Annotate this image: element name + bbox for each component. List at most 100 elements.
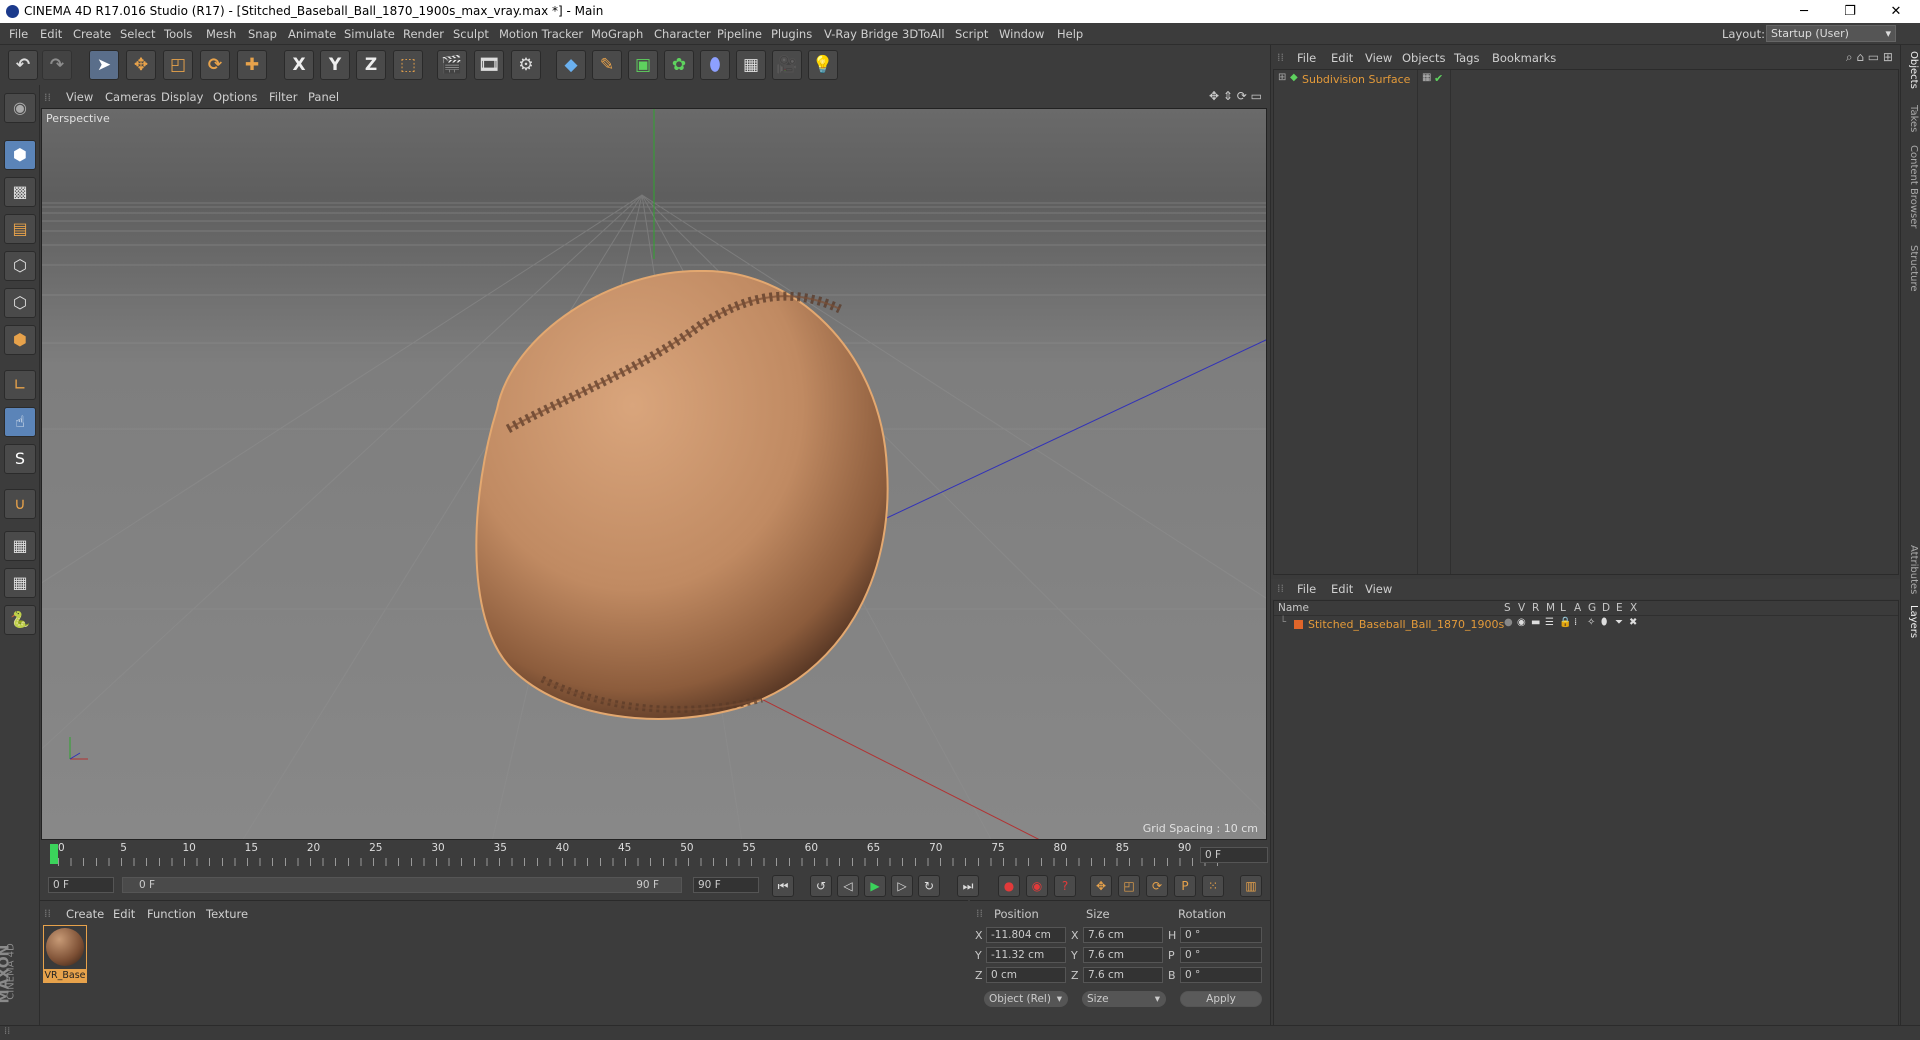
key-pla-button[interactable]: ⁙: [1202, 875, 1224, 897]
objects-menu-view[interactable]: View: [1365, 51, 1392, 65]
objects-menu-edit[interactable]: Edit: [1331, 51, 1353, 65]
expand-icon[interactable]: ⊞: [1278, 72, 1286, 83]
viewport-nav-icons[interactable]: ✥ ⇕ ⟳ ▭: [1209, 89, 1262, 103]
coordinate-mode-select[interactable]: Object (Rel) ▾: [984, 991, 1068, 1007]
key-parameter-button[interactable]: P: [1174, 875, 1196, 897]
menu-create[interactable]: Create: [73, 27, 111, 41]
rotation-b-field[interactable]: 0 °: [1180, 967, 1262, 983]
prev-key-button[interactable]: ↺: [810, 875, 832, 897]
layers-menu-edit[interactable]: Edit: [1331, 582, 1353, 596]
layers-menu-view[interactable]: View: [1365, 582, 1392, 596]
menu-motion-tracker[interactable]: Motion Tracker: [499, 27, 583, 41]
viewport-menu-filter[interactable]: Filter: [269, 90, 297, 104]
snap-button[interactable]: S: [4, 444, 36, 474]
last-tool-button[interactable]: ✚: [237, 50, 267, 80]
menu-render[interactable]: Render: [403, 27, 444, 41]
solo-toggle-icon[interactable]: ●: [1504, 617, 1513, 628]
objects-menu-file[interactable]: File: [1297, 51, 1316, 65]
render-picture-viewer-button[interactable]: 🎞: [474, 50, 504, 80]
viewport-menu-view[interactable]: View: [66, 90, 93, 104]
material-menu-texture[interactable]: Texture: [206, 907, 248, 921]
tab-content-browser[interactable]: Content Browser: [1903, 145, 1919, 228]
goto-start-button[interactable]: ⏮: [772, 875, 794, 897]
key-scale-button[interactable]: ◰: [1118, 875, 1140, 897]
menu-select[interactable]: Select: [120, 27, 155, 41]
array-button[interactable]: ✿: [664, 50, 694, 80]
record-button[interactable]: ●: [998, 875, 1020, 897]
start-frame-field[interactable]: 0 F: [48, 877, 114, 893]
coordinate-system-button[interactable]: ⬚: [393, 50, 423, 80]
light-button[interactable]: 💡: [808, 50, 838, 80]
restore-button[interactable]: ❐: [1828, 0, 1872, 23]
polygons-mode-button[interactable]: ⬢: [4, 325, 36, 355]
prev-frame-button[interactable]: ◁: [837, 875, 859, 897]
minimize-button[interactable]: ─: [1782, 0, 1826, 23]
animation-toggle-icon[interactable]: ⁞: [1574, 617, 1577, 628]
autokey-button[interactable]: ◉: [1026, 875, 1048, 897]
generators-toggle-icon[interactable]: ✧: [1587, 617, 1595, 628]
menu-file[interactable]: File: [9, 27, 28, 41]
close-button[interactable]: ✕: [1874, 0, 1918, 23]
floor-button[interactable]: ▦: [736, 50, 766, 80]
redo-button[interactable]: ↷: [42, 50, 72, 80]
size-mode-select[interactable]: Size ▾: [1082, 991, 1166, 1007]
scale-tool-button[interactable]: ◰: [163, 50, 193, 80]
texture-mode-button[interactable]: ▩: [4, 177, 36, 207]
manager-toggle-icon[interactable]: ☰: [1545, 617, 1554, 628]
model-mode-button[interactable]: ⬢: [4, 140, 36, 170]
python-button[interactable]: 🐍: [4, 605, 36, 635]
timeline-scheme-button[interactable]: ▥: [1240, 875, 1262, 897]
axis-mode-button[interactable]: ∟: [4, 370, 36, 400]
viewport-menu-cameras[interactable]: Cameras: [105, 90, 156, 104]
menu-plugins[interactable]: Plugins: [771, 27, 812, 41]
select-tool-button[interactable]: ➤: [89, 50, 119, 80]
material-name[interactable]: VR_Base: [44, 969, 86, 982]
points-mode-button[interactable]: ⬡: [4, 251, 36, 281]
size-z-field[interactable]: 7.6 cm: [1083, 967, 1163, 983]
timeline-ruler[interactable]: 0 5 10 15 20 25 30 35 40 45 50 55 60 65 70 75 80 85 90 0 F: [40, 842, 1270, 872]
render-toggle-icon[interactable]: ▬: [1531, 617, 1540, 628]
objects-menu-tags[interactable]: Tags: [1454, 51, 1479, 65]
expressions-toggle-icon[interactable]: ⏷: [1615, 617, 1623, 628]
rotation-h-field[interactable]: 0 °: [1180, 927, 1262, 943]
menu-sculpt[interactable]: Sculpt: [453, 27, 489, 41]
menu-character[interactable]: Character: [654, 27, 711, 41]
layers-menu-file[interactable]: File: [1297, 582, 1316, 596]
tab-attributes[interactable]: Attributes: [1903, 545, 1919, 594]
deformer-button[interactable]: ⬮: [700, 50, 730, 80]
edges-mode-button[interactable]: ⬡: [4, 288, 36, 318]
undo-button[interactable]: ↶: [8, 50, 38, 80]
render-settings-button[interactable]: ⚙: [511, 50, 541, 80]
tab-layers[interactable]: Layers: [1903, 605, 1919, 638]
add-cube-button[interactable]: ◆: [556, 50, 586, 80]
position-z-field[interactable]: 0 cm: [986, 967, 1066, 983]
enabled-check-icon[interactable]: ✔: [1434, 72, 1443, 85]
paint-button[interactable]: ▦: [4, 568, 36, 598]
magnet-button[interactable]: ∪: [4, 489, 36, 519]
search-icon[interactable]: ⌕ ⌂ ▭ ⊞: [1846, 50, 1893, 65]
rotate-tool-button[interactable]: ⟳: [200, 50, 230, 80]
menu-tools[interactable]: Tools: [164, 27, 192, 41]
layer-name[interactable]: Stitched_Baseball_Ball_1870_1900s: [1308, 618, 1504, 631]
apply-button[interactable]: Apply: [1180, 991, 1262, 1007]
camera-button[interactable]: 🎥: [772, 50, 802, 80]
viewport-menu-options[interactable]: Options: [213, 90, 257, 104]
size-y-field[interactable]: 7.6 cm: [1083, 947, 1163, 963]
objects-menu-objects[interactable]: Objects: [1402, 51, 1445, 65]
view-toggle-icon[interactable]: ◉: [1517, 617, 1526, 628]
key-rotation-button[interactable]: ⟳: [1146, 875, 1168, 897]
menu-script[interactable]: Script: [955, 27, 988, 41]
menu-mograph[interactable]: MoGraph: [591, 27, 643, 41]
tweak-mode-button[interactable]: ☝: [4, 407, 36, 437]
menu-mesh[interactable]: Mesh: [206, 27, 236, 41]
size-x-field[interactable]: 7.6 cm: [1083, 927, 1163, 943]
current-frame-field[interactable]: 0 F: [1200, 847, 1268, 863]
lock-workplane-button[interactable]: ▦: [4, 531, 36, 561]
objects-menu-bookmarks[interactable]: Bookmarks: [1492, 51, 1556, 65]
deformers-toggle-icon[interactable]: ⬮: [1601, 617, 1607, 628]
menu-animate[interactable]: Animate: [288, 27, 336, 41]
move-tool-button[interactable]: ✥: [126, 50, 156, 80]
end-frame-field[interactable]: 90 F: [693, 877, 759, 893]
menu-3dtoall[interactable]: 3DToAll: [902, 27, 945, 41]
position-x-field[interactable]: -11.804 cm: [986, 927, 1066, 943]
